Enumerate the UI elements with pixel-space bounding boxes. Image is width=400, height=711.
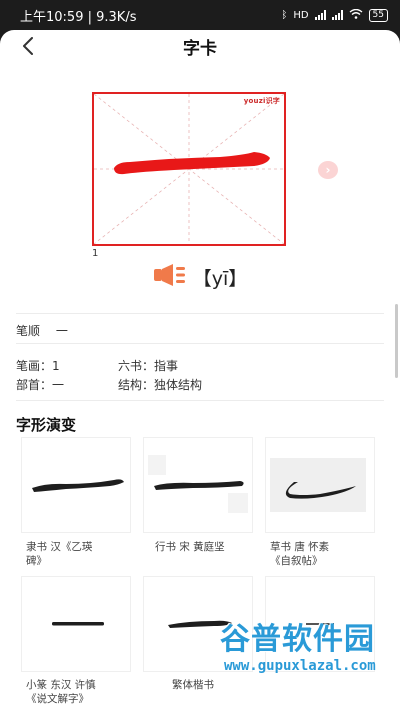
radical-value: 一 xyxy=(52,378,65,392)
page-title: 字卡 xyxy=(183,39,217,59)
strokes-value: 1 xyxy=(52,359,60,373)
chevron-right-icon: › xyxy=(325,163,331,177)
strokes-count: 笔画：1 xyxy=(16,357,60,374)
evolution-card-running[interactable] xyxy=(143,437,253,533)
pinyin-text: 【yī】 xyxy=(192,267,248,290)
tianzige-grid xyxy=(94,94,284,244)
stroke-order-label: 笔顺 xyxy=(16,324,41,338)
clerical-script-image xyxy=(32,479,124,492)
watermark-title: 谷普软件园 xyxy=(220,622,375,657)
cursive-script-image xyxy=(270,458,366,512)
structure-label: 结构： xyxy=(118,378,155,392)
scrollbar[interactable] xyxy=(395,304,398,378)
character-card-sheet: 字卡 youzi识字 1 › 【yī】 笔顺 一 笔画：1 六书：指事 部首：一… xyxy=(0,30,400,711)
wifi-icon xyxy=(349,8,363,22)
liushu-value: 指事 xyxy=(154,359,179,373)
signal-icon-2 xyxy=(331,10,343,20)
evolution-card-cursive[interactable] xyxy=(265,437,375,533)
stroke-order-row: 笔顺 一 xyxy=(16,322,68,339)
stroke-order-value[interactable]: 一 xyxy=(56,324,68,338)
divider xyxy=(16,313,384,314)
structure: 结构：独体结构 xyxy=(118,376,202,393)
radical-label: 部首： xyxy=(16,378,53,392)
stroke-index: 1 xyxy=(92,248,99,259)
evolution-caption: 草书 唐 怀素 《自叙帖》 xyxy=(270,541,330,567)
hd-label: HD xyxy=(293,9,309,21)
site-watermark: 谷普软件园 www.gupuxlazal.com xyxy=(220,614,400,711)
divider xyxy=(16,400,384,401)
character-stroke xyxy=(114,152,270,175)
signal-icon xyxy=(314,10,326,20)
evolution-card-seal[interactable] xyxy=(21,576,131,672)
evolution-caption: 行书 宋 黄庭坚 xyxy=(155,541,225,553)
evolution-caption: 小篆 东汉 许慎 《说文解字》 xyxy=(26,679,96,705)
character-writing-grid[interactable]: youzi识字 xyxy=(92,92,286,246)
seal-script-image xyxy=(52,622,104,626)
bluetooth-icon: ᛒ xyxy=(281,9,288,21)
liushu: 六书：指事 xyxy=(118,357,178,374)
evolution-card-clerical[interactable] xyxy=(21,437,131,533)
pinyin-row: 【yī】 xyxy=(0,262,400,292)
liushu-label: 六书： xyxy=(118,359,155,373)
evolution-caption: 隶书 汉《乙瑛 碑》 xyxy=(26,541,93,567)
brand-logo: youzi识字 xyxy=(243,97,280,105)
status-bar: 上午10:59 | 9.3K/s ᛒ HD 55 xyxy=(0,0,400,30)
strokes-label: 笔画： xyxy=(16,359,53,373)
nav-bar: 字卡 xyxy=(0,30,400,62)
watermark-url: www.gupuxlazal.com xyxy=(224,658,376,674)
structure-value: 独体结构 xyxy=(154,378,203,392)
radical: 部首：一 xyxy=(16,376,64,393)
status-time: 上午10:59 xyxy=(20,9,84,25)
divider xyxy=(16,343,384,344)
battery-icon: 55 xyxy=(368,8,388,22)
speaker-icon[interactable] xyxy=(153,263,187,291)
evolution-title: 字形演变 xyxy=(16,416,77,434)
running-script-image xyxy=(148,455,248,513)
status-network-speed: 9.3K/s xyxy=(96,9,137,25)
next-button[interactable]: › xyxy=(318,161,338,179)
